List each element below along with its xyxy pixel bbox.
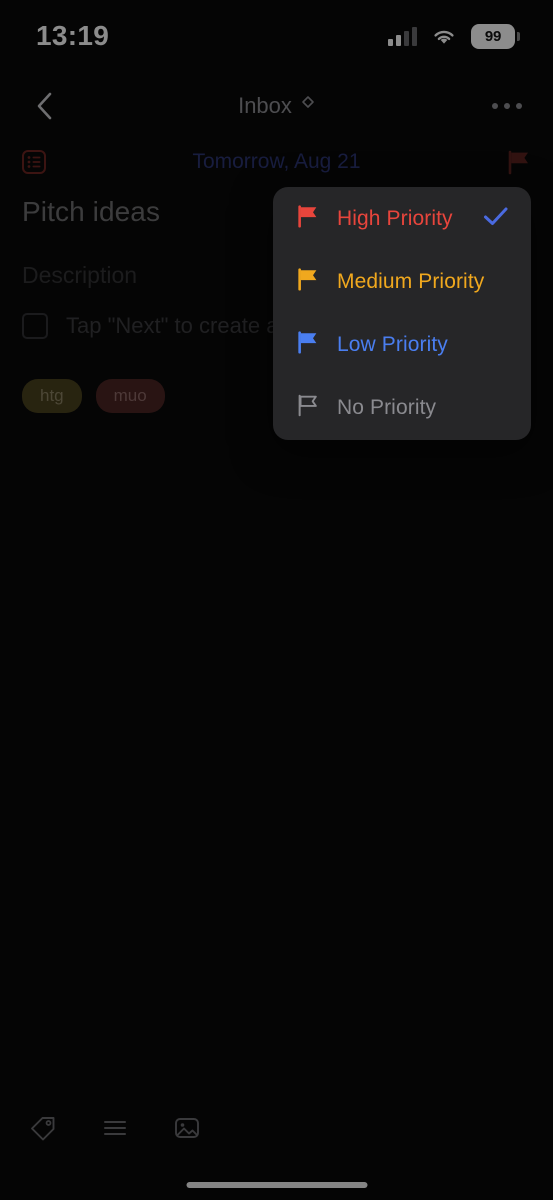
menu-item-high-priority[interactable]: High Priority [273,187,531,250]
flag-filled-icon [295,203,321,234]
dim-overlay[interactable] [0,0,553,1200]
phone-screen: 13:19 99 Inbox Tomorrow, Aug 21 Pitch id… [0,0,553,1200]
menu-item-label: High Priority [337,206,453,230]
menu-item-medium-priority[interactable]: Medium Priority [273,250,531,313]
menu-item-label: Low Priority [337,332,448,356]
menu-item-no-priority[interactable]: No Priority [273,376,531,439]
flag-filled-icon [295,329,321,360]
menu-item-label: No Priority [337,395,437,419]
priority-context-menu: High Priority Medium Priority Low Priori… [273,187,531,440]
menu-item-low-priority[interactable]: Low Priority [273,313,531,376]
flag-filled-icon [295,266,321,297]
menu-item-label: Medium Priority [337,269,485,293]
checkmark-icon [483,206,509,231]
flag-outline-icon [295,392,321,423]
